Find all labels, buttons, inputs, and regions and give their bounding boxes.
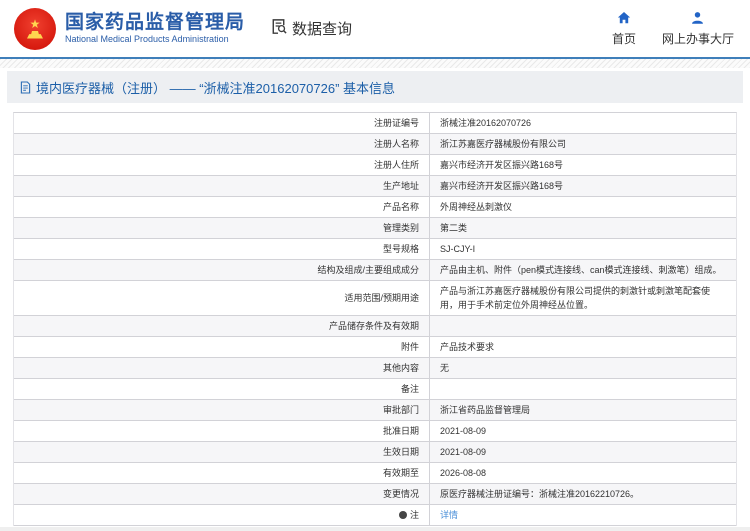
row-label: 附件 (14, 337, 430, 357)
row-value: 原医疗器械注册证编号：浙械注准20162210726。 (440, 489, 640, 499)
row-label: 型号规格 (14, 239, 430, 259)
note-icon (398, 511, 407, 519)
table-row: 产品名称 外周神经丛刺激仪 (14, 197, 736, 218)
document-icon (20, 80, 31, 94)
row-value: 浙江省药品监督管理局 (440, 405, 531, 415)
nav-item-service-hall[interactable]: 网上办事大厅 (662, 11, 734, 47)
home-icon (616, 11, 632, 28)
row-label: 注册人住所 (14, 155, 430, 175)
table-row: 型号规格 SJ-CJY-I (14, 239, 736, 260)
row-label: 生产地址 (14, 176, 430, 196)
hatched-strip (0, 59, 750, 68)
table-row: 其他内容无 (14, 358, 736, 379)
nav-home-label: 首页 (611, 31, 636, 46)
emblem-star-icon: ★ (29, 16, 41, 31)
row-value: 产品由主机、附件（pen模式连接线、can模式连接线、刺激笔）组成。 (440, 265, 722, 275)
row-value: 外周神经丛刺激仪 (440, 202, 513, 212)
row-label: 批准日期 (14, 421, 430, 441)
brand-subtitle: National Medical Products Administration (65, 34, 229, 44)
data-query-label: 数据查询 (292, 21, 353, 38)
table-row: 生效日期 2021-08-09 (14, 442, 736, 463)
table-row: 注册人名称 浙江苏嘉医疗器械股份有限公司 (14, 134, 736, 155)
detail-link[interactable]: 详情 (440, 510, 458, 520)
row-value: 2026-08-08 (440, 468, 487, 478)
nav-hall-label: 网上办事大厅 (661, 31, 734, 46)
person-icon (690, 11, 705, 28)
row-label: 注 (14, 505, 430, 525)
table-row: 批准日期 2021-08-09 (14, 421, 736, 442)
row-value: 嘉兴市经济开发区振兴路168号 (440, 181, 564, 191)
table-row: 注册人住所 嘉兴市经济开发区振兴路168号 (14, 155, 736, 176)
row-value: 产品技术要求 (440, 342, 495, 352)
top-nav: 首页 网上办事大厅 (612, 11, 750, 47)
table-row: 备注 (14, 379, 736, 400)
table-row: 结构及组成/主要组成成分 产品由主机、附件（pen模式连接线、can模式连接线、刺… (14, 260, 736, 281)
brand-block: 国家药品监督管理局 National Medical Products Admi… (65, 12, 245, 45)
table-row: 附件 产品技术要求 (14, 337, 736, 358)
doc-search-icon (269, 17, 288, 40)
row-value: 浙械注准20162070726 (440, 118, 532, 128)
row-label: 审批部门 (14, 400, 430, 420)
info-table: 注册证编号 浙械注准20162070726 注册人名称 浙江苏嘉医疗器械股份有限公司注… (13, 112, 737, 526)
nav-item-home[interactable]: 首页 (612, 11, 636, 47)
row-label: 有效期至 (14, 463, 430, 483)
table-row: 注详情 (14, 505, 736, 526)
row-value: 详情 (430, 505, 736, 525)
row-label: 注册人名称 (14, 134, 430, 154)
row-label: 产品名称 (14, 197, 430, 217)
row-value: 无 (440, 363, 450, 373)
page-title: 境内医疗器械（注册） —— “浙械注准20162070726” 基本信息 (36, 80, 396, 96)
emblem-gate-icon (27, 30, 43, 39)
table-row: 变更情况 原医疗器械注册证编号：浙械注准20162210726。 (14, 484, 736, 505)
table-row: 适用范围/预期用途 产品与浙江苏嘉医疗器械股份有限公司提供的刺激针或刺激笔配套使用… (14, 281, 736, 316)
row-value: 嘉兴市经济开发区振兴路168号 (440, 160, 564, 170)
table-row: 注册证编号 浙械注准20162070726 (14, 113, 736, 134)
row-label: 注册证编号 (14, 113, 430, 133)
row-value (430, 316, 736, 336)
nav-data-query[interactable]: 数据查询 (269, 17, 352, 40)
table-row: 管理类别 第二类 (14, 218, 736, 239)
brand-title: 国家药品监督管理局 (65, 12, 246, 33)
row-label: 生效日期 (14, 442, 430, 462)
page-title-bar: 境内医疗器械（注册） —— “浙械注准20162070726” 基本信息 (7, 71, 743, 103)
row-value: SJ-CJY-I (440, 244, 476, 254)
row-value: 2021-08-09 (440, 426, 487, 436)
table-row: 生产地址 嘉兴市经济开发区振兴路168号 (14, 176, 736, 197)
row-label: 结构及组成/主要组成成分 (14, 260, 430, 280)
row-label: 管理类别 (14, 218, 430, 238)
row-label: 变更情况 (14, 484, 430, 504)
row-value: 2021-08-09 (440, 447, 487, 457)
table-row: 审批部门 浙江省药品监督管理局 (14, 400, 736, 421)
page-bottom-strip (0, 527, 750, 531)
row-label: 备注 (14, 379, 430, 399)
row-label: 产品储存条件及有效期 (14, 316, 430, 336)
table-row: 有效期至 2026-08-08 (14, 463, 736, 484)
row-value: 浙江苏嘉医疗器械股份有限公司 (440, 139, 567, 149)
row-label: 其他内容 (14, 358, 430, 378)
row-value: 第二类 (440, 223, 468, 233)
site-header: ★ 国家药品监督管理局 National Medical Products Ad… (0, 0, 750, 57)
row-label: 适用范围/预期用途 (14, 281, 430, 315)
table-row: 产品储存条件及有效期 (14, 316, 736, 337)
row-value: 产品与浙江苏嘉医疗器械股份有限公司提供的刺激针或刺激笔配套使用，用于手术前定位外… (440, 286, 711, 310)
row-value (430, 379, 736, 399)
national-emblem-logo: ★ (14, 7, 56, 50)
